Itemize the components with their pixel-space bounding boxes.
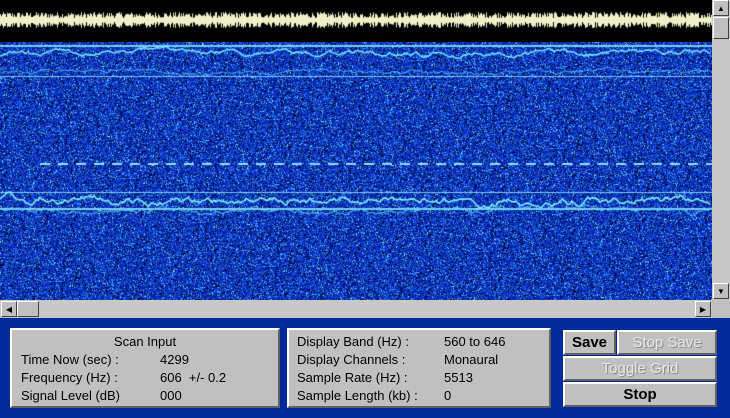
arrow-down-icon[interactable]: ▼ [713,283,729,299]
waveform-canvas [0,0,712,42]
time-value: 4299 [160,352,189,367]
signal-level-label: Signal Level (dB) [21,388,120,403]
waveform-display [0,0,712,42]
spectrogram-display [0,42,712,300]
spectrogram-canvas [0,42,712,300]
sample-rate-value: 5513 [444,370,473,385]
display-channels-value: Monaural [444,352,499,367]
frequency-value: 606 +/- 0.2 [160,370,227,385]
display-band-value: 560 to 646 [444,334,506,349]
save-button[interactable]: Save [563,330,616,355]
scan-input-panel: Scan Input Time Now (sec) : 4299 Frequen… [10,328,280,408]
display-band-label: Display Band (Hz) : [297,334,409,349]
arrow-up-icon[interactable]: ▲ [713,0,729,16]
arrow-left-icon[interactable]: ◀ [1,301,17,317]
scrollbar-corner [712,300,730,318]
horizontal-scroll-thumb[interactable] [17,301,39,317]
scan-input-title: Scan Input [113,334,177,349]
arrow-right-icon[interactable]: ▶ [695,301,711,317]
sample-length-label: Sample Length (kb) : [297,388,418,403]
stop-button[interactable]: Stop [563,382,717,407]
display-channels-label: Display Channels : [297,352,406,367]
sample-length-value: 0 [444,388,452,403]
sample-rate-label: Sample Rate (Hz) : [297,370,408,385]
display-info-panel: Display Band (Hz) : 560 to 646 Display C… [287,328,551,408]
vertical-scroll-thumb[interactable] [713,17,729,39]
stop-save-button[interactable]: Stop Save [617,330,717,355]
toggle-grid-button[interactable]: Toggle Grid [563,356,717,381]
vertical-scrollbar[interactable]: ▲ ▼ [712,0,730,300]
signal-level-value: 000 [160,388,182,403]
frequency-label: Frequency (Hz) : [21,370,118,385]
control-area: Scan Input Time Now (sec) : 4299 Frequen… [0,318,730,418]
horizontal-scrollbar[interactable]: ◀ ▶ [0,300,730,318]
time-label: Time Now (sec) : [21,352,119,367]
